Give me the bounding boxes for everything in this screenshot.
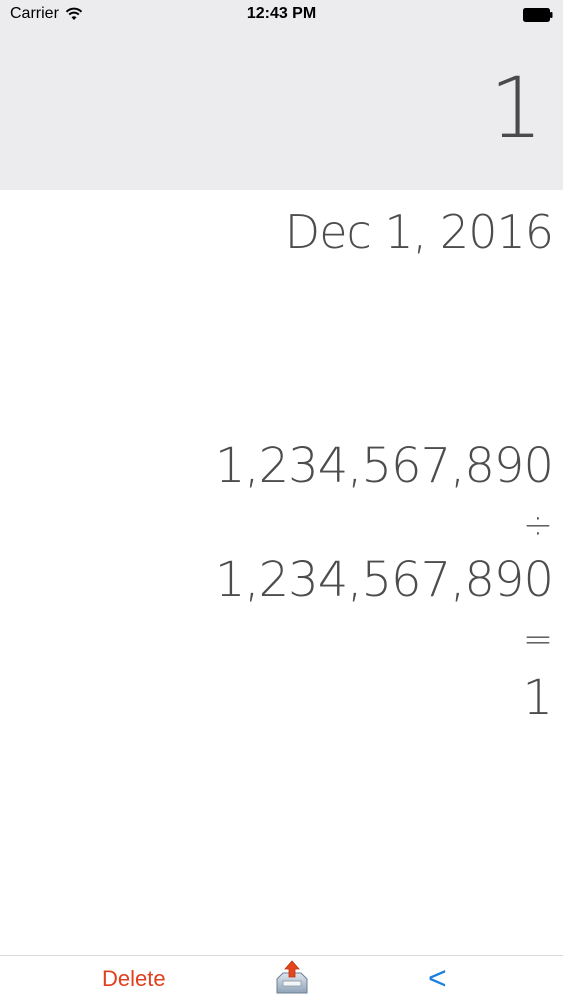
- share-tray-icon[interactable]: [274, 959, 310, 997]
- status-bar: Carrier 12:43 PM: [0, 0, 563, 30]
- tape-date: Dec 1, 2016: [284, 205, 554, 259]
- tape-result: 1: [522, 670, 553, 726]
- battery-icon: [523, 8, 553, 22]
- tape-equals: =: [522, 619, 553, 660]
- back-button[interactable]: <: [428, 960, 447, 996]
- display-header: 1: [0, 30, 563, 190]
- bottom-toolbar: Delete <: [0, 955, 563, 1001]
- tape-operand-a: 1,234,567,890: [214, 438, 554, 494]
- tape-divide-operator: ÷: [522, 505, 553, 546]
- delete-button[interactable]: Delete: [102, 966, 166, 992]
- tape-operand-b: 1,234,567,890: [214, 552, 554, 608]
- status-time: 12:43 PM: [246, 5, 317, 22]
- display-value: 1: [489, 59, 543, 157]
